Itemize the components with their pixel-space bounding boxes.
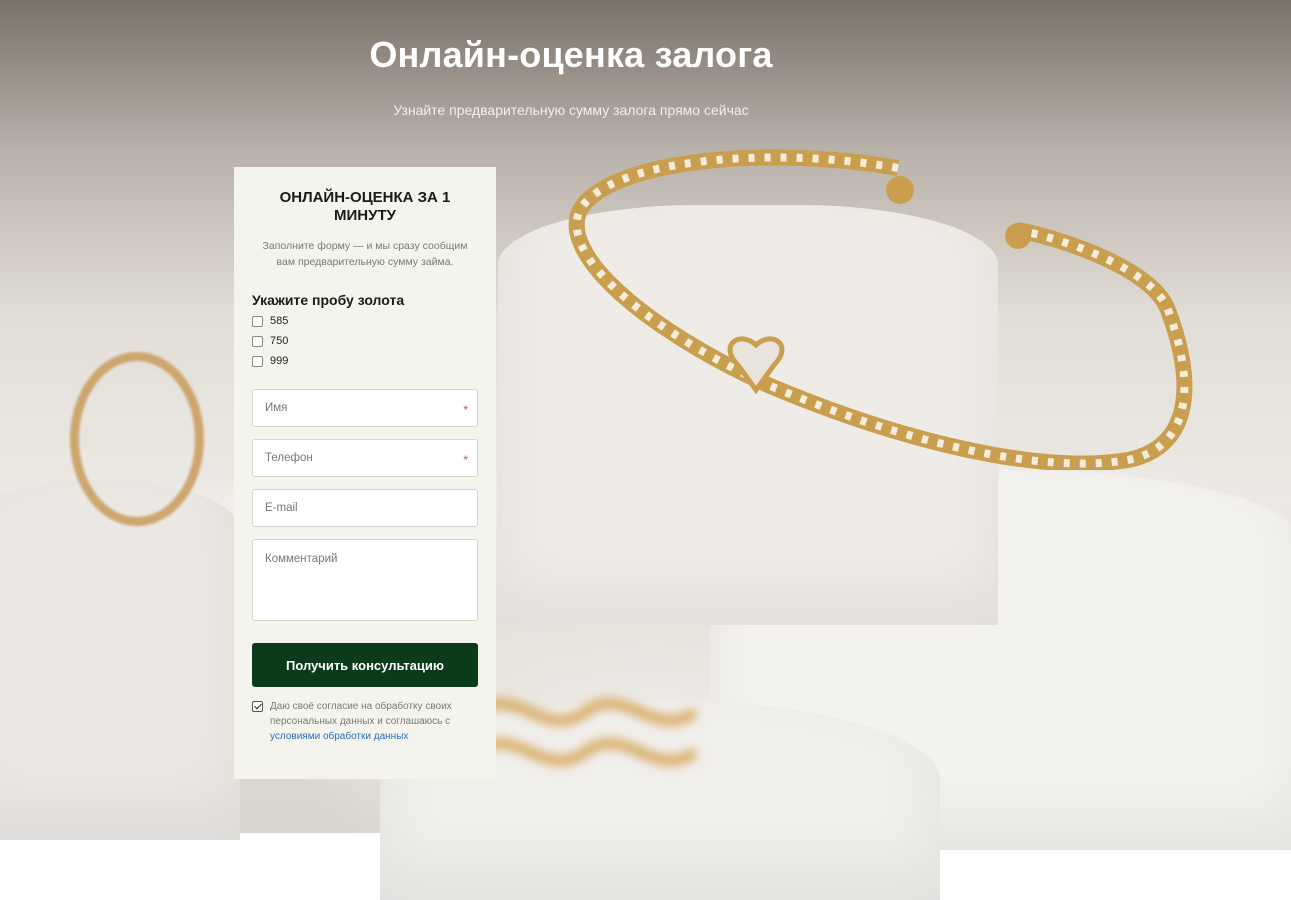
phone-input[interactable]: Телефон * (252, 439, 478, 477)
probe-999-checkbox[interactable] (252, 355, 263, 367)
pedestal-left (0, 480, 240, 840)
comment-textarea[interactable]: Комментарий (252, 539, 478, 621)
email-input[interactable]: E-mail (252, 489, 478, 527)
probe-750-checkbox[interactable] (252, 335, 263, 347)
form-description: Заполните форму — и мы сразу сообщим вам… (262, 240, 468, 268)
email-placeholder: E-mail (265, 502, 298, 514)
probe-999-label: 999 (270, 355, 289, 367)
consent-checkbox[interactable] (252, 701, 263, 712)
page-title: Онлайн-оценка залога (369, 34, 773, 75)
phone-placeholder: Телефон (265, 452, 313, 464)
consent-block: Даю своё согласие на обработку своих пер… (252, 699, 478, 744)
probe-option-585[interactable]: 585 (252, 314, 478, 328)
probe-option-750[interactable]: 750 (252, 334, 478, 348)
name-input[interactable]: Имя * (252, 389, 478, 427)
name-required-mark: * (463, 403, 468, 417)
gold-ring-image (70, 352, 204, 526)
form-title: ОНЛАЙН-ОЦЕНКА ЗА 1 МИНУТУ (279, 189, 451, 224)
consent-text-body: Даю своё согласие на обработку своих пер… (270, 701, 452, 727)
name-placeholder: Имя (265, 402, 288, 414)
bracelet-image (568, 149, 1193, 470)
probe-option-999[interactable]: 999 (252, 354, 478, 368)
consent-text: Даю своё согласие на обработку своих пер… (270, 699, 478, 744)
phone-required-mark: * (463, 453, 468, 467)
consent-terms-link[interactable]: условиями обработки данных (270, 731, 408, 742)
submit-button[interactable]: Получить консультацию (252, 643, 478, 687)
page-subtitle: Узнайте предварительную сумму залога пря… (393, 102, 749, 118)
comment-placeholder: Комментарий (265, 553, 338, 565)
probe-750-label: 750 (270, 335, 289, 347)
evaluation-form: ОНЛАЙН-ОЦЕНКА ЗА 1 МИНУТУ Заполните форм… (234, 167, 496, 779)
probe-585-label: 585 (270, 315, 289, 327)
probe-585-checkbox[interactable] (252, 315, 263, 327)
gold-probe-label: Укажите пробу золота (252, 292, 405, 308)
